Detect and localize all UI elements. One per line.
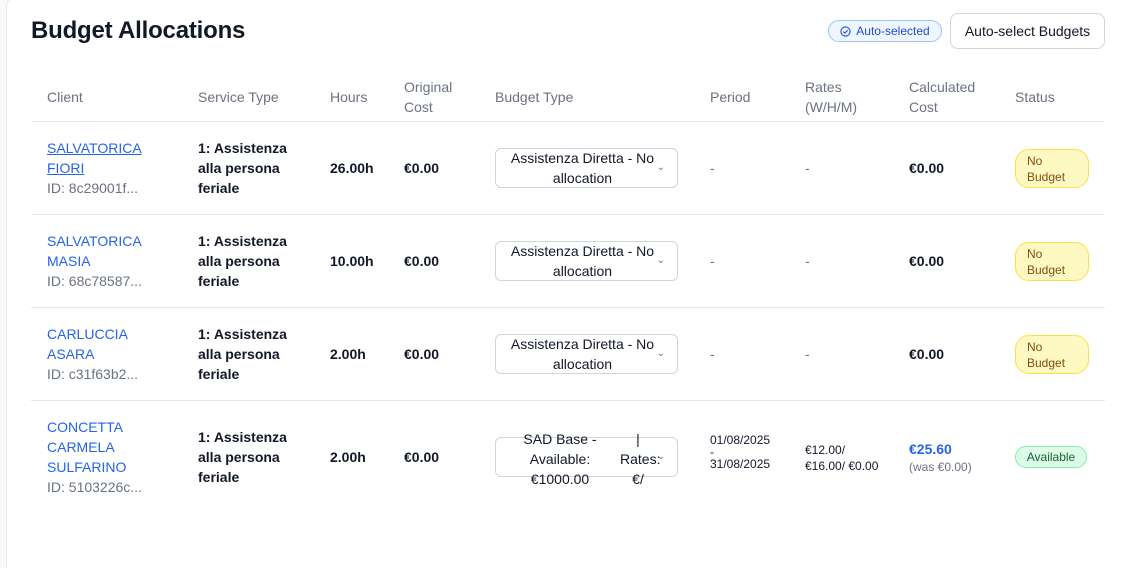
budget-type-select[interactable]: Assistenza Diretta - No allocation ⌄ <box>495 148 678 188</box>
period-value: 01/08/2025-31/08/2025 <box>710 433 771 471</box>
client-cell: SALVATORICA FIORI ID: 8c29001f... <box>47 138 142 198</box>
chevron-down-icon: ⌄ <box>656 162 665 173</box>
period-value: - <box>710 160 715 176</box>
rates-value: - <box>805 346 810 362</box>
calculated-cost-value: €0.00 <box>909 253 945 269</box>
col-original-cost: Original Cost <box>404 79 453 115</box>
client-cell: CONCETTA CARMELA SULFARINO ID: 5103226c.… <box>47 417 142 497</box>
calculated-cost-value: €0.00 <box>909 160 945 176</box>
col-service-type: Service Type <box>198 89 279 105</box>
chevron-down-icon: ⌄ <box>656 348 665 359</box>
client-name-link[interactable]: SALVATORICA FIORI <box>47 138 142 178</box>
client-id: ID: 5103226c... <box>47 479 142 495</box>
budget-type-select[interactable]: Assistenza Diretta - No allocation ⌄ <box>495 334 678 374</box>
client-name-link[interactable]: CARLUCCIA ASARA <box>47 324 138 364</box>
client-id: ID: c31f63b2... <box>47 366 139 382</box>
original-cost-value: €0.00 <box>404 253 440 269</box>
budget-allocations-table: Client Service Type Hours Original Cost B… <box>31 70 1105 513</box>
rates-value: - <box>805 160 810 176</box>
table-row: CARLUCCIA ASARA ID: c31f63b2... 1: Assis… <box>31 308 1105 401</box>
original-cost-value: €0.00 <box>404 449 440 465</box>
status-badge: No Budget <box>1015 149 1089 188</box>
client-name-link[interactable]: SALVATORICA MASIA <box>47 231 142 271</box>
check-circle-icon <box>840 25 851 37</box>
auto-selected-badge: Auto-selected <box>828 20 942 42</box>
period-value: - <box>710 346 715 362</box>
table-row: SALVATORICA MASIA ID: 68c78587... 1: Ass… <box>31 215 1105 308</box>
status-badge: No Budget <box>1015 242 1089 281</box>
table-row: SALVATORICA FIORI ID: 8c29001f... 1: Ass… <box>31 122 1105 215</box>
col-rates: Rates (W/H/M) <box>805 79 858 115</box>
service-type: 1: Assistenza alla persona feriale <box>198 429 287 485</box>
client-cell: SALVATORICA MASIA ID: 68c78587... <box>47 231 142 291</box>
calculated-cost-was: (was €0.00) <box>909 460 972 474</box>
table-row: CONCETTA CARMELA SULFARINO ID: 5103226c.… <box>31 401 1105 513</box>
client-id: ID: 68c78587... <box>47 273 142 289</box>
calculated-cost-value: €25.60 <box>909 441 952 457</box>
hours-value: 2.00h <box>330 449 366 465</box>
period-value: - <box>710 253 715 269</box>
client-id: ID: 8c29001f... <box>47 180 139 196</box>
calculated-cost-value: €0.00 <box>909 346 945 362</box>
hours-value: 26.00h <box>330 160 374 176</box>
rates-value: - <box>805 253 810 269</box>
service-type: 1: Assistenza alla persona feriale <box>198 140 287 196</box>
original-cost-value: €0.00 <box>404 346 440 362</box>
client-cell: CARLUCCIA ASARA ID: c31f63b2... <box>47 324 138 384</box>
auto-selected-label: Auto-selected <box>856 24 930 38</box>
status-badge: Available <box>1015 446 1087 468</box>
col-status: Status <box>1015 89 1055 105</box>
rates-value: €12.00/€16.00/ €0.00 <box>805 443 879 473</box>
budget-type-select[interactable]: SAD Base - Available: €1000.00 | Rates: €/ ⌄ <box>495 431 678 487</box>
original-cost-value: €0.00 <box>404 160 440 176</box>
service-type: 1: Assistenza alla persona feriale <box>198 326 287 382</box>
chevron-down-icon: ⌄ <box>656 451 665 462</box>
col-hours: Hours <box>330 89 368 105</box>
hours-value: 2.00h <box>330 346 366 362</box>
auto-select-budgets-button[interactable]: Auto-select Budgets <box>950 13 1105 49</box>
col-client: Client <box>47 89 83 105</box>
col-period: Period <box>710 89 751 105</box>
service-type: 1: Assistenza alla persona feriale <box>198 233 287 289</box>
table-header: Client Service Type Hours Original Cost B… <box>31 70 1105 122</box>
col-budget-type: Budget Type <box>495 89 574 105</box>
chevron-down-icon: ⌄ <box>656 255 665 266</box>
budget-type-select[interactable]: Assistenza Diretta - No allocation ⌄ <box>495 241 678 281</box>
hours-value: 10.00h <box>330 253 374 269</box>
status-badge: No Budget <box>1015 335 1089 374</box>
calculated-cost-cell: €25.60 (was €0.00) <box>909 439 972 475</box>
col-calculated-cost: Calculated Cost <box>909 79 976 115</box>
page-title: Budget Allocations <box>31 17 246 44</box>
client-name-link[interactable]: CONCETTA CARMELA SULFARINO <box>47 417 142 477</box>
